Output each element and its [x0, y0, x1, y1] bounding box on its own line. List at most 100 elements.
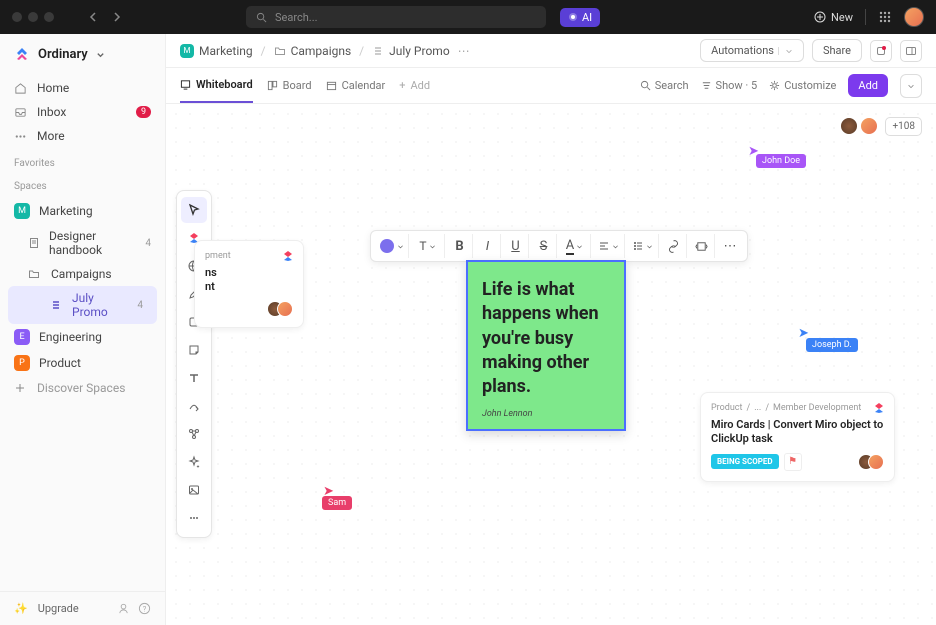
notification-icon[interactable]: [870, 40, 892, 62]
crumb-marketing[interactable]: M Marketing: [180, 44, 253, 58]
text-color[interactable]: A: [559, 234, 591, 258]
ai-button[interactable]: AI: [560, 8, 600, 27]
space-product[interactable]: P Product: [0, 350, 165, 376]
list-count: 4: [145, 238, 151, 249]
connector-tool[interactable]: [181, 393, 207, 419]
apps-grid-icon[interactable]: [878, 10, 892, 24]
new-button[interactable]: New: [814, 11, 853, 24]
space-label: Product: [39, 356, 81, 370]
cursor-label-joseph: Joseph D.: [806, 338, 858, 352]
sticky-note[interactable]: Life is what happens when you're busy ma…: [466, 260, 626, 431]
maximize-window[interactable]: [44, 12, 54, 22]
forward-button[interactable]: [106, 6, 128, 28]
board-icon: [267, 80, 278, 91]
plus-icon: [14, 382, 28, 394]
sidebar-toggle-icon[interactable]: [900, 40, 922, 62]
folder-icon: [274, 45, 286, 57]
minimize-window[interactable]: [28, 12, 38, 22]
color-picker[interactable]: [375, 234, 409, 258]
tab-whiteboard[interactable]: Whiteboard: [180, 68, 253, 103]
collaborator-avatar[interactable]: [859, 116, 879, 136]
image-tool[interactable]: [181, 477, 207, 503]
space-marketing[interactable]: M Marketing: [0, 198, 165, 224]
clickup-logo-icon: [14, 46, 30, 62]
more-format[interactable]: ⋯: [717, 234, 743, 258]
share-button[interactable]: Share: [812, 39, 862, 62]
assignees[interactable]: [864, 454, 884, 470]
assignees[interactable]: [273, 301, 293, 317]
spaces-header[interactable]: Spaces: [0, 173, 165, 196]
tab-board[interactable]: Board: [267, 69, 312, 102]
space-badge-icon: M: [180, 44, 194, 58]
strike-button[interactable]: S: [531, 234, 557, 258]
crumb-july-promo[interactable]: July Promo: [372, 44, 450, 58]
add-view-button[interactable]: + Add: [399, 69, 430, 102]
inbox-icon: [14, 106, 28, 119]
inbox-badge: 9: [136, 106, 151, 118]
more-label: More: [37, 129, 65, 143]
sticky-author: John Lennon: [482, 409, 610, 419]
tab-calendar[interactable]: Calendar: [326, 69, 386, 102]
customize-button[interactable]: Customize: [769, 79, 836, 92]
folder-campaigns[interactable]: Campaigns: [0, 262, 165, 286]
home-label: Home: [37, 81, 69, 95]
list-july-promo[interactable]: July Promo 4: [8, 286, 157, 324]
priority-flag-icon[interactable]: ⚑: [784, 453, 802, 471]
workspace-switcher[interactable]: Ordinary: [0, 34, 165, 74]
show-button[interactable]: Show · 5: [701, 79, 758, 92]
cursor-label-sam: Sam: [322, 496, 352, 510]
add-dropdown[interactable]: [900, 74, 922, 98]
automations-button[interactable]: Automations: [700, 39, 804, 62]
add-button[interactable]: Add: [848, 74, 888, 97]
favorites-header[interactable]: Favorites: [0, 150, 165, 173]
convert-button[interactable]: [689, 234, 715, 258]
align-button[interactable]: [593, 234, 625, 258]
task-card[interactable]: Product/.../Member Development Miro Card…: [700, 392, 895, 482]
italic-button[interactable]: I: [475, 234, 501, 258]
crumb-sep: /: [359, 44, 364, 58]
align-icon: [598, 240, 610, 252]
workspace-name: Ordinary: [38, 47, 88, 62]
titlebar: Search... AI New: [0, 0, 936, 34]
font-size[interactable]: T: [411, 234, 445, 258]
underline-button[interactable]: U: [503, 234, 529, 258]
sticky-tool[interactable]: [181, 337, 207, 363]
collaborator-avatar[interactable]: [839, 116, 859, 136]
whiteboard-canvas[interactable]: +108 T B I U: [166, 104, 936, 625]
home-icon: [14, 82, 28, 95]
space-engineering[interactable]: E Engineering: [0, 324, 165, 350]
search-views[interactable]: Search: [640, 79, 689, 92]
close-window[interactable]: [12, 12, 22, 22]
crumb-more-icon[interactable]: ⋯: [458, 44, 470, 58]
list-designer-handbook[interactable]: Designer handbook 4: [0, 224, 165, 262]
more-tools[interactable]: [181, 505, 207, 531]
discover-spaces[interactable]: Discover Spaces: [0, 376, 165, 400]
select-tool[interactable]: [181, 197, 207, 223]
collaborator-more[interactable]: +108: [885, 117, 922, 136]
crumb-campaigns[interactable]: Campaigns: [274, 44, 352, 58]
color-swatch-icon: [380, 239, 394, 253]
link-button[interactable]: [661, 234, 687, 258]
task-card[interactable]: pment nsnt: [194, 240, 304, 328]
list-button[interactable]: [627, 234, 659, 258]
list-label: Designer handbook: [49, 229, 136, 257]
sidebar-more[interactable]: More: [0, 124, 165, 148]
user-avatar[interactable]: [904, 7, 924, 27]
text-tool[interactable]: [181, 365, 207, 391]
sidebar-inbox[interactable]: Inbox 9: [0, 100, 165, 124]
space-label: Marketing: [39, 204, 93, 218]
search-input[interactable]: Search...: [246, 6, 546, 28]
invite-icon[interactable]: [117, 602, 130, 615]
list-count: 4: [137, 300, 143, 311]
search-icon: [256, 12, 267, 23]
diagram-tool[interactable]: [181, 421, 207, 447]
upgrade-button[interactable]: Upgrade: [38, 602, 79, 615]
ai-tool[interactable]: [181, 449, 207, 475]
sidebar-home[interactable]: Home: [0, 76, 165, 100]
bold-button[interactable]: B: [447, 234, 473, 258]
crumb-sep: /: [261, 44, 266, 58]
help-icon[interactable]: ?: [138, 602, 151, 615]
back-button[interactable]: [82, 6, 104, 28]
sidebar: Ordinary Home Inbox 9 More Favorites Spa…: [0, 34, 166, 625]
calendar-icon: [326, 80, 337, 91]
